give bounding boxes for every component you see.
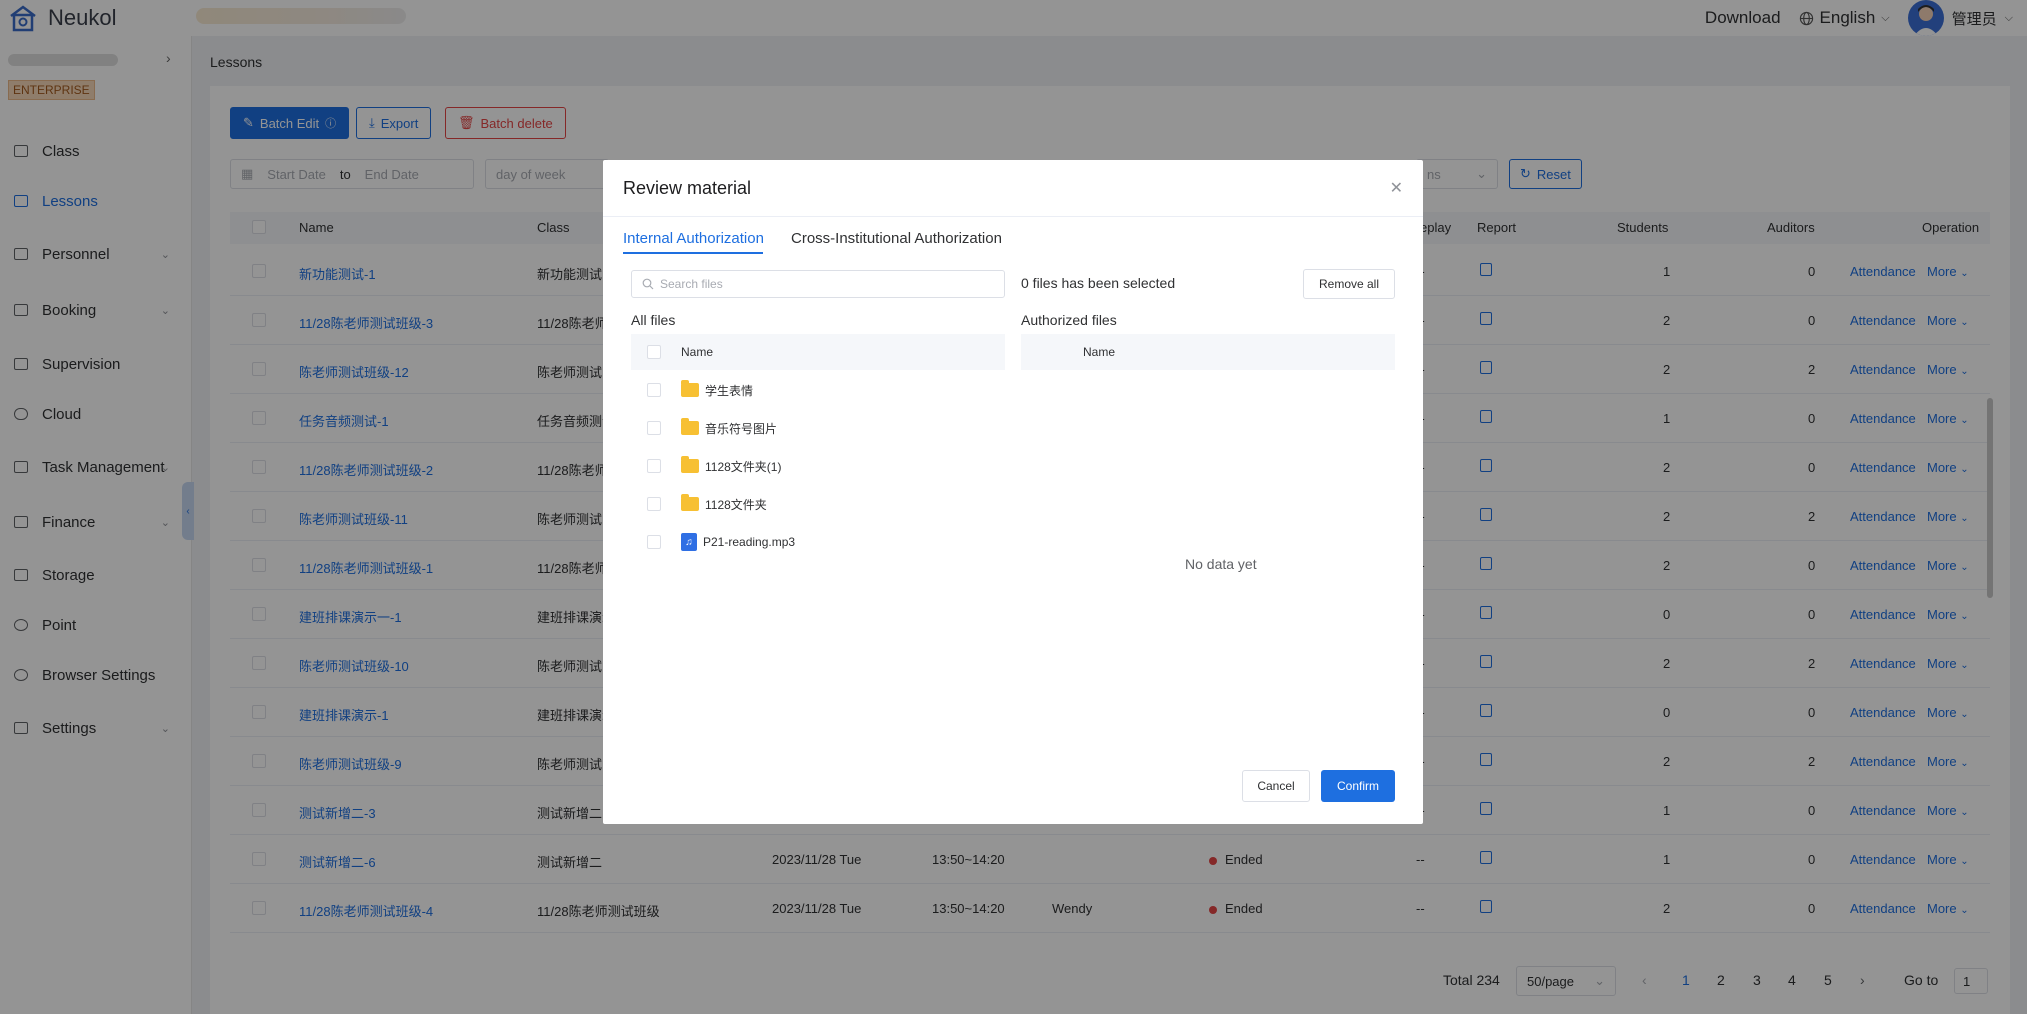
dialog-title: Review material xyxy=(623,178,752,198)
authorized-files-header: Name xyxy=(1021,334,1395,370)
tab-internal-authorization[interactable]: Internal Authorization xyxy=(623,230,764,247)
authorized-files-name-column: Name xyxy=(1083,345,1116,359)
file-name: 学生表情 xyxy=(705,383,754,398)
file-row[interactable]: 学生表情 xyxy=(631,371,1005,409)
folder-icon xyxy=(681,456,699,473)
file-name: P21-reading.mp3 xyxy=(703,535,796,549)
all-files-header: Name xyxy=(631,334,1005,370)
folder-icon xyxy=(681,418,699,435)
confirm-button[interactable]: Confirm xyxy=(1321,770,1395,802)
all-files-label: All files xyxy=(631,312,676,328)
select-all-files-checkbox[interactable] xyxy=(647,345,661,359)
authorized-files-label: Authorized files xyxy=(1021,312,1117,328)
file-name: 1128文件夹(1) xyxy=(705,459,782,474)
file-name: 音乐符号图片 xyxy=(705,421,778,436)
file-name: 1128文件夹 xyxy=(705,497,767,512)
file-row[interactable]: ♫ P21-reading.mp3 xyxy=(631,523,1005,561)
active-tab-indicator xyxy=(623,252,763,254)
empty-state-text: No data yet xyxy=(1185,556,1257,572)
tab-cross-institutional-authorization[interactable]: Cross-Institutional Authorization xyxy=(791,230,1002,247)
file-checkbox[interactable] xyxy=(647,459,661,473)
selected-count: 0 files has been selected xyxy=(1021,275,1176,291)
remove-all-button[interactable]: Remove all xyxy=(1303,269,1395,299)
file-checkbox[interactable] xyxy=(647,383,661,397)
close-icon[interactable]: ✕ xyxy=(1390,178,1403,198)
file-row[interactable]: 音乐符号图片 xyxy=(631,409,1005,447)
file-row[interactable]: 1128文件夹 xyxy=(631,485,1005,523)
divider xyxy=(603,216,1423,217)
review-material-dialog: Review material ✕ Internal Authorization… xyxy=(603,160,1423,824)
file-checkbox[interactable] xyxy=(647,497,661,511)
folder-icon xyxy=(681,494,699,511)
file-checkbox[interactable] xyxy=(647,421,661,435)
all-files-name-column: Name xyxy=(681,345,714,359)
cancel-button[interactable]: Cancel xyxy=(1242,770,1310,802)
search-icon xyxy=(642,278,654,290)
search-placeholder: Search files xyxy=(660,277,723,291)
file-checkbox[interactable] xyxy=(647,535,661,549)
audio-file-icon: ♫ xyxy=(681,533,697,551)
file-row[interactable]: 1128文件夹(1) xyxy=(631,447,1005,485)
folder-icon xyxy=(681,380,699,397)
search-files-input[interactable]: Search files xyxy=(631,270,1005,298)
